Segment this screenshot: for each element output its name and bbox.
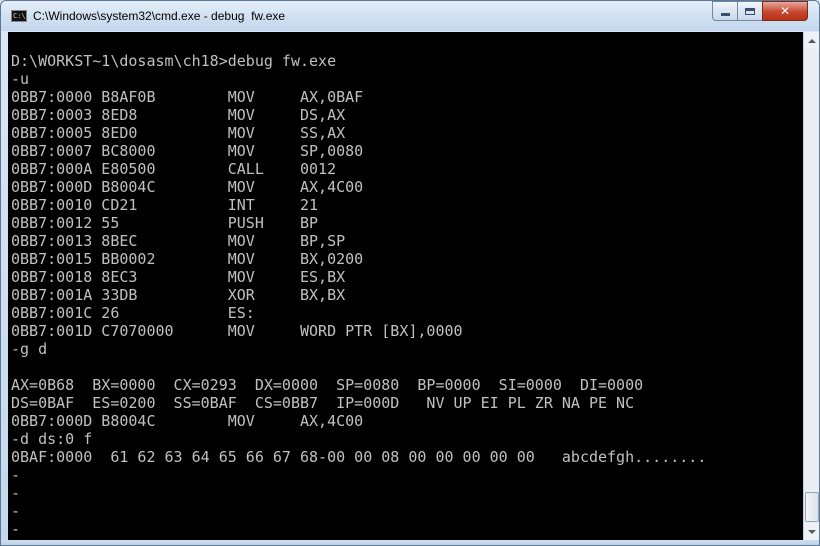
console-line: 0BAF:0000 61 62 63 64 65 66 67 68-00 00 …	[11, 448, 707, 466]
scroll-up-button[interactable]	[804, 32, 819, 49]
cmd-window: C:\ C:\Windows\system32\cmd.exe - debug …	[0, 0, 820, 546]
window-bottom-border	[1, 540, 819, 545]
maximize-icon	[745, 7, 755, 15]
console-line: 0BB7:0000 B8AF0B MOV AX,0BAF	[11, 88, 364, 106]
console-text: D:\WORKST~1\dosasm\ch18>debug fw.exe -u 0B…	[8, 32, 803, 538]
console-line: -	[11, 502, 21, 520]
console-output[interactable]: D:\WORKST~1\dosasm\ch18>debug fw.exe -u 0B…	[8, 32, 803, 540]
console-line: 0BB7:0018 8EC3 MOV ES,BX	[11, 268, 346, 286]
console-line: 0BB7:001C 26 ES:	[11, 304, 255, 322]
console-line: 0BB7:0003 8ED8 MOV DS,AX	[11, 106, 346, 124]
console-line: -g d	[11, 340, 48, 358]
console-line: -u	[11, 70, 30, 88]
scroll-up-arrow-icon	[808, 38, 816, 43]
minimize-button[interactable]	[712, 1, 738, 21]
console-line: -d ds:0 f	[11, 430, 93, 448]
minimize-icon	[720, 13, 730, 16]
console-line: 0BB7:000D B8004C MOV AX,4C00	[11, 178, 364, 196]
console-line: 0BB7:0013 8BEC MOV BP,SP	[11, 232, 346, 250]
console-line: 0BB7:0015 BB0002 MOV BX,0200	[11, 250, 364, 268]
console-line: -	[11, 484, 21, 502]
console-line: 0BB7:000A E80500 CALL 0012	[11, 160, 337, 178]
console-line: 0BB7:0005 8ED0 MOV SS,AX	[11, 124, 346, 142]
console-line: 0BB7:000D B8004C MOV AX,4C00	[11, 412, 364, 430]
vertical-scrollbar[interactable]	[803, 32, 819, 540]
console-line: AX=0B68 BX=0000 CX=0293 DX=0000 SP=0080 …	[11, 376, 644, 394]
console-line: 0BB7:0010 CD21 INT 21	[11, 196, 319, 214]
title-bar[interactable]: C:\ C:\Windows\system32\cmd.exe - debug …	[1, 1, 819, 31]
console-line: 0BB7:001A 33DB XOR BX,BX	[11, 286, 346, 304]
console-line: -	[11, 466, 21, 484]
console-line: DS=0BAF ES=0200 SS=0BAF CS=0BB7 IP=000D …	[11, 394, 635, 412]
console-line: D:\WORKST~1\dosasm\ch18>debug fw.exe	[11, 52, 337, 70]
close-icon: ✕	[779, 4, 791, 18]
console-line: 0BB7:0012 55 PUSH BP	[11, 214, 319, 232]
console-app-icon[interactable]: C:\	[11, 10, 27, 22]
maximize-button[interactable]	[737, 1, 763, 21]
window-title: C:\Windows\system32\cmd.exe - debug fw.e…	[33, 9, 286, 23]
console-line: -	[11, 520, 21, 538]
scroll-down-button[interactable]	[804, 523, 819, 540]
scroll-down-arrow-icon	[808, 529, 816, 534]
scrollbar-thumb[interactable]	[805, 492, 819, 522]
close-button[interactable]: ✕	[762, 1, 808, 21]
console-line: 0BB7:0007 BC8000 MOV SP,0080	[11, 142, 364, 160]
console-line: 0BB7:001D C7070000 MOV WORD PTR [BX],000…	[11, 322, 463, 340]
